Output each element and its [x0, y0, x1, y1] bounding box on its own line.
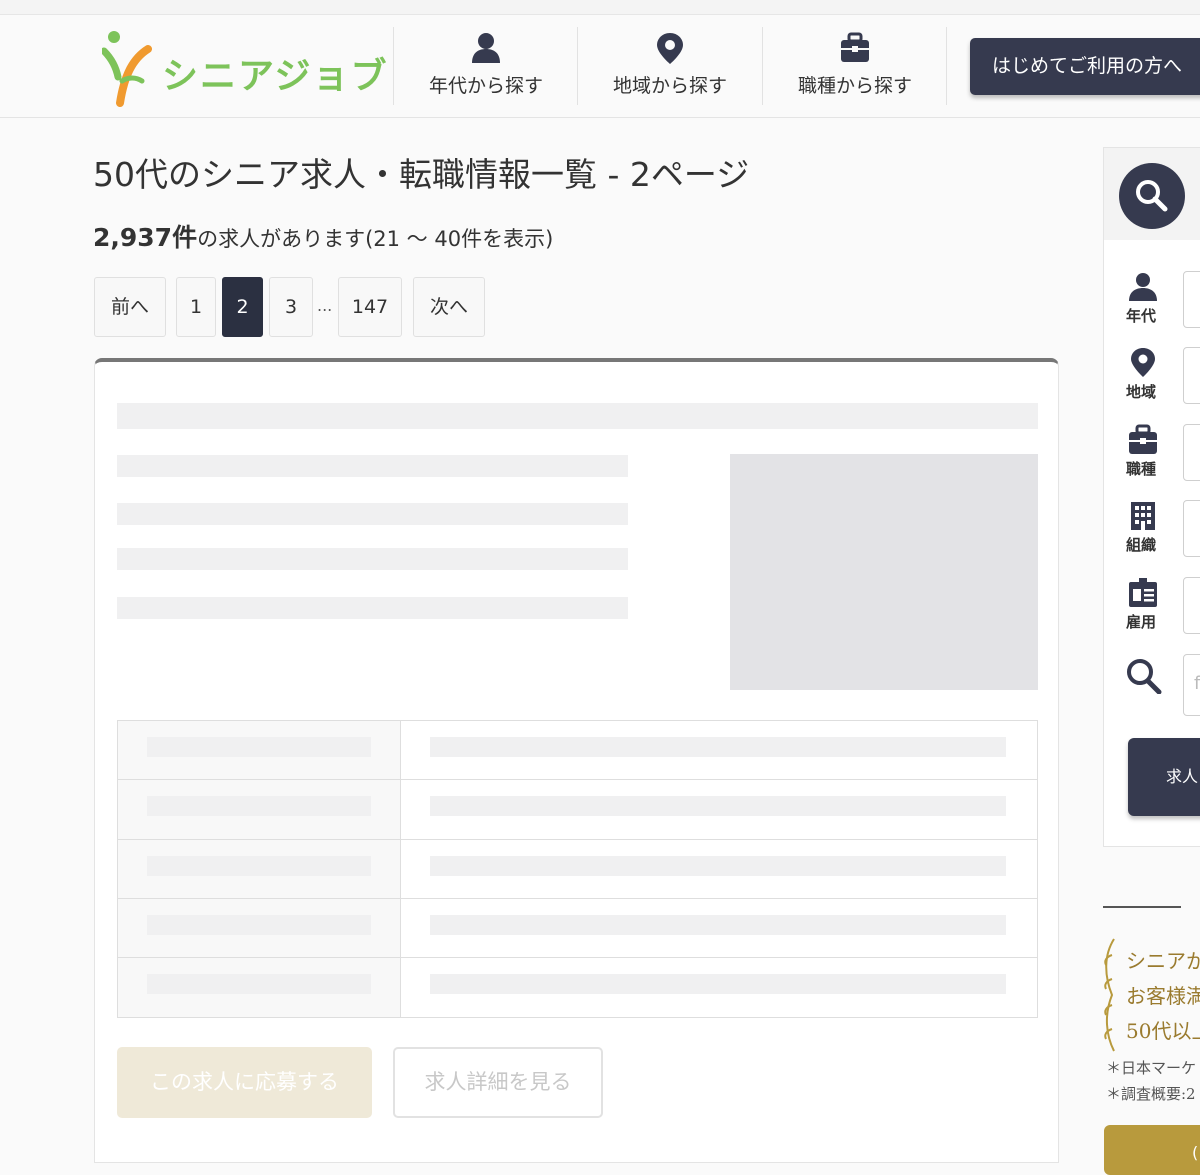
filter-age-label: 年代	[1126, 307, 1157, 325]
nav-by-age[interactable]: 年代から探す	[394, 15, 578, 117]
table-divider	[118, 957, 1037, 958]
keyword-input[interactable]: f	[1183, 654, 1200, 716]
filter-age[interactable]: 年代	[1104, 271, 1200, 333]
skeleton-cell	[430, 974, 1006, 994]
first-time-user-button[interactable]: はじめてご利用の方へ	[970, 38, 1200, 95]
filter-age-select[interactable]	[1183, 271, 1200, 328]
map-pin-icon	[657, 33, 683, 64]
search-icon	[1136, 180, 1168, 212]
skeleton-cell	[430, 915, 1006, 935]
skeleton-cell	[430, 856, 1006, 876]
promo-line-1: シニアか	[1126, 949, 1200, 973]
filter-keyword[interactable]: f	[1104, 654, 1200, 716]
skeleton-title	[117, 403, 1038, 429]
skeleton-cell	[147, 974, 371, 994]
table-divider	[118, 898, 1037, 899]
nav-by-region-label: 地域から探す	[612, 75, 727, 97]
filter-employment-label: 雇用	[1126, 613, 1157, 631]
keyword-placeholder: f	[1194, 673, 1200, 694]
pagination-next[interactable]: 次へ	[413, 277, 485, 337]
pagination-page[interactable]: 3	[269, 277, 313, 337]
skeleton-line	[117, 548, 628, 570]
filter-region[interactable]: 地域	[1104, 347, 1200, 409]
filter-occupation-label: 職種	[1126, 460, 1157, 478]
nav-divider	[946, 27, 947, 105]
view-details-button[interactable]: 求人詳細を見る	[393, 1047, 603, 1118]
nav-by-occupation-label: 職種から探す	[797, 75, 912, 97]
person-icon	[472, 33, 500, 63]
map-pin-icon	[1131, 348, 1155, 377]
filter-occupation[interactable]: 職種	[1104, 424, 1200, 486]
id-card-icon	[1129, 578, 1157, 607]
promo-note: ＊日本マーケ	[1106, 1059, 1197, 1077]
page-title: 50代のシニア求人・転職情報一覧 - 2ページ	[93, 155, 750, 194]
logo-text: シニアジョブ	[162, 56, 389, 97]
laurel-icon	[1104, 938, 1115, 1052]
sidebar-header	[1104, 148, 1200, 240]
apply-button[interactable]: この求人に応募する	[117, 1047, 372, 1118]
pagination-page[interactable]: 1	[176, 277, 216, 337]
search-icon	[1127, 659, 1162, 694]
skeleton-line	[117, 455, 628, 477]
logo[interactable]: シニアジョブ	[100, 29, 387, 107]
search-sidebar: 年代 地域 職種 組織 雇用 f 求人	[1103, 147, 1200, 847]
result-count-text: の求人があります(21 〜 40件を表示)	[197, 227, 554, 251]
promo-notes: ＊日本マーケ ＊調査概要:2	[1106, 1057, 1196, 1109]
person-icon	[1129, 273, 1157, 301]
skeleton-cell	[147, 737, 371, 757]
pagination-ellipsis: ...	[317, 296, 333, 315]
skeleton-cell	[147, 796, 371, 816]
job-card-loading: この求人に応募する 求人詳細を見る	[94, 358, 1059, 1163]
nav-by-occupation[interactable]: 職種から探す	[763, 15, 947, 117]
nav-by-region[interactable]: 地域から探す	[578, 15, 762, 117]
skeleton-table	[117, 720, 1038, 1018]
skeleton-cell	[147, 856, 371, 876]
skeleton-line	[117, 597, 628, 619]
filter-occupation-select[interactable]	[1183, 424, 1200, 481]
site-header: シニアジョブ 年代から探す 地域から探す 職種から探す はじめてご利用の方へ	[0, 15, 1200, 118]
building-icon	[1131, 502, 1155, 530]
table-divider	[118, 839, 1037, 840]
table-divider	[118, 779, 1037, 780]
result-count-number: 2,937件	[93, 223, 198, 252]
pagination-page-current[interactable]: 2	[222, 277, 263, 337]
top-strip	[0, 0, 1200, 15]
nav-by-age-label: 年代から探す	[428, 75, 543, 97]
promo-banner[interactable]: シニアか お客様満 50代以上	[1100, 935, 1200, 1055]
filter-region-select[interactable]	[1183, 347, 1200, 404]
promo-line-2: お客様満	[1126, 984, 1200, 1008]
skeleton-cell	[147, 915, 371, 935]
skeleton-image	[730, 454, 1038, 690]
promo-divider	[1103, 906, 1181, 908]
briefcase-icon	[1129, 424, 1157, 454]
skeleton-cell	[430, 737, 1006, 757]
promo-line-3: 50代以上	[1126, 1019, 1200, 1043]
sidebar-search-button[interactable]: 求人	[1128, 738, 1200, 816]
filter-organization[interactable]: 組織	[1104, 500, 1200, 562]
promo-note: ＊調査概要:2	[1106, 1085, 1196, 1103]
filter-organization-label: 組織	[1126, 536, 1157, 554]
pagination-prev[interactable]: 前へ	[94, 277, 166, 337]
search-badge	[1119, 163, 1185, 229]
filter-employment-select[interactable]	[1183, 577, 1200, 634]
filter-region-label: 地域	[1126, 383, 1157, 401]
skeleton-line	[117, 503, 628, 525]
filter-employment[interactable]: 雇用	[1104, 577, 1200, 639]
pagination-page-last[interactable]: 147	[338, 277, 402, 337]
result-count: 2,937件の求人があります(21 〜 40件を表示)	[93, 218, 553, 254]
briefcase-icon	[841, 32, 869, 62]
skeleton-cell	[430, 796, 1006, 816]
filter-organization-select[interactable]	[1183, 500, 1200, 557]
logo-figure-icon	[100, 31, 152, 107]
promo-button[interactable]: (	[1104, 1125, 1200, 1175]
